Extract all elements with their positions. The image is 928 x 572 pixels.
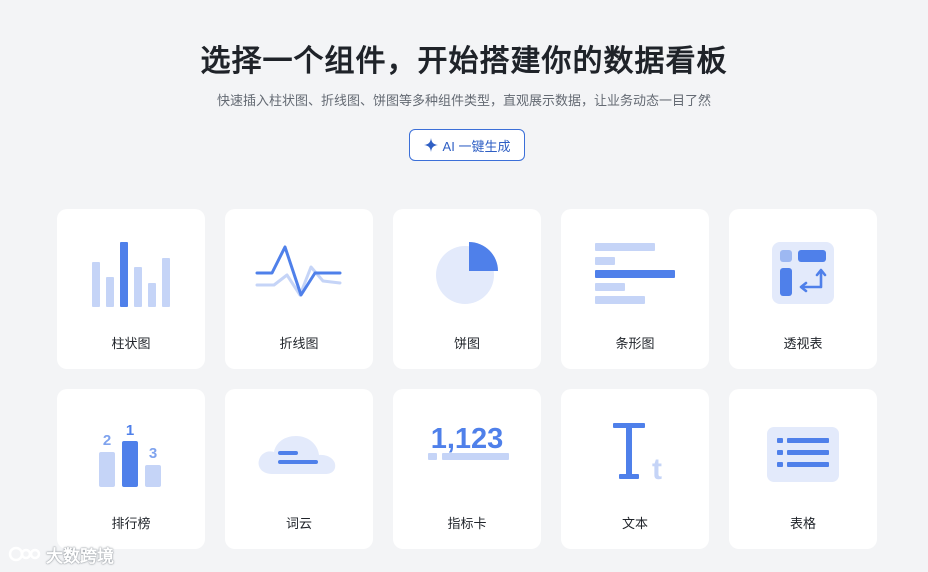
sparkle-icon bbox=[423, 138, 438, 152]
component-card-leaderboard[interactable]: 2 1 3 排行榜 bbox=[57, 389, 205, 549]
pivot-table-icon bbox=[772, 242, 834, 304]
watermark-logo-icon bbox=[8, 546, 41, 562]
rank-second-number: 2 bbox=[103, 432, 111, 449]
component-card-text[interactable]: t 文本 bbox=[561, 389, 709, 549]
page-title: 选择一个组件，开始搭建你的数据看板 bbox=[200, 45, 728, 78]
ai-generate-button[interactable]: AI 一键生成 bbox=[409, 129, 525, 161]
page-subtitle: 快速插入柱状图、折线图、饼图等多种组件类型，直观展示数据，让业务动态一目了然 bbox=[216, 93, 711, 108]
table-icon bbox=[767, 427, 839, 482]
component-card-word-cloud[interactable]: 词云 bbox=[225, 389, 373, 549]
ai-generate-label: AI 一键生成 bbox=[442, 138, 511, 154]
text-small-glyph: t bbox=[652, 453, 662, 486]
component-label: 折线图 bbox=[279, 336, 319, 351]
component-card-pie-chart[interactable]: 饼图 bbox=[393, 209, 541, 369]
metric-value: 1,123 bbox=[431, 423, 504, 455]
metric-card-icon: 1,123 bbox=[428, 423, 509, 460]
component-label: 指标卡 bbox=[447, 516, 487, 531]
component-card-table[interactable]: 表格 bbox=[729, 389, 877, 549]
watermark: 大数跨境 bbox=[8, 542, 114, 566]
component-label: 排行榜 bbox=[111, 516, 151, 531]
component-label: 柱状图 bbox=[111, 336, 151, 351]
rank-first-number: 1 bbox=[126, 422, 134, 439]
component-card-horizontal-bar-chart[interactable]: 条形图 bbox=[561, 209, 709, 369]
component-picker-page: 选择一个组件，开始搭建你的数据看板 快速插入柱状图、折线图、饼图等多种组件类型，… bbox=[0, 0, 928, 572]
component-label: 词云 bbox=[285, 516, 312, 531]
component-card-line-chart[interactable]: 折线图 bbox=[225, 209, 373, 369]
bar-chart-icon bbox=[92, 242, 170, 307]
leaderboard-icon: 2 1 3 bbox=[99, 422, 161, 487]
word-cloud-icon bbox=[258, 436, 336, 474]
component-label: 饼图 bbox=[453, 336, 480, 351]
component-label: 条形图 bbox=[615, 336, 655, 351]
component-label: 表格 bbox=[789, 516, 816, 531]
pie-chart-icon bbox=[436, 242, 498, 304]
component-label: 文本 bbox=[621, 516, 648, 531]
component-card-pivot-table[interactable]: 透视表 bbox=[729, 209, 877, 369]
horizontal-bar-chart-icon bbox=[595, 243, 675, 304]
text-icon: t bbox=[613, 423, 662, 486]
line-chart-icon bbox=[255, 245, 342, 297]
rank-third-number: 3 bbox=[149, 445, 157, 462]
component-card-metric-card[interactable]: 1,123 指标卡 bbox=[393, 389, 541, 549]
component-card-bar-chart[interactable]: 柱状图 bbox=[57, 209, 205, 369]
watermark-text: 大数跨境 bbox=[46, 546, 114, 566]
component-grid: 柱状图 折线图 饼图 条形图 透视表 2 1 3 排行榜 词云 1,123 指标… bbox=[57, 209, 877, 549]
component-label: 透视表 bbox=[783, 336, 823, 351]
